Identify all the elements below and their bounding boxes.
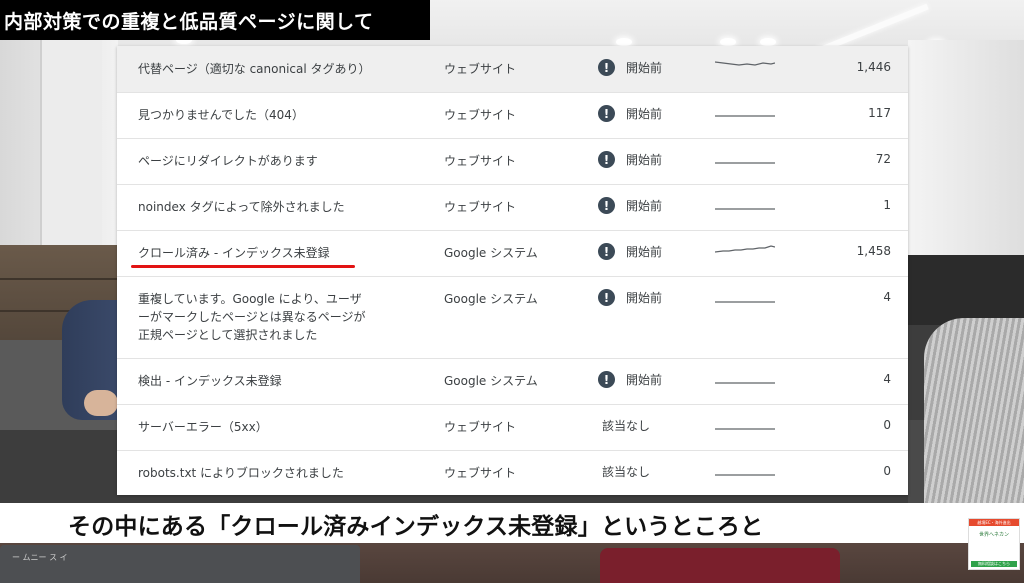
affected-pages-count: 0 <box>883 464 891 478</box>
affected-pages-count: 1,458 <box>856 244 891 258</box>
reason-label: サーバーエラー（5xx） <box>138 420 268 434</box>
table-row[interactable]: robots.txt によりブロックされました ウェブサイト 該当なし 0 <box>117 450 908 495</box>
validation-status: ! 開始前 <box>598 151 662 168</box>
exclamation-icon: ! <box>598 197 615 214</box>
ceiling-light <box>720 38 736 46</box>
source-label: Google システム <box>444 374 538 388</box>
affected-pages-count: 72 <box>875 152 891 166</box>
trend-sparkline <box>715 462 775 482</box>
status-label: 開始前 <box>626 245 663 259</box>
status-label: 該当なし <box>602 465 651 479</box>
laptop <box>0 545 360 583</box>
exclamation-icon: ! <box>598 59 615 76</box>
promo-top-text: 越境EC・海外進出 <box>969 519 1019 526</box>
table-row[interactable]: サーバーエラー（5xx） ウェブサイト 該当なし 0 <box>117 404 908 451</box>
reason-label: ページにリダイレクトがあります <box>138 154 318 168</box>
affected-pages-count: 117 <box>868 106 891 120</box>
right-wall <box>908 40 1024 255</box>
reason-label: robots.txt によりブロックされました <box>138 466 344 480</box>
source-label: ウェブサイト <box>444 200 517 214</box>
status-label: 該当なし <box>602 419 651 433</box>
video-title-label: 内部対策での重複と低品質ページに関して <box>0 0 430 40</box>
bag <box>600 548 840 583</box>
subtitle-text: その中にある「クロール済みインデックス未登録」というところと <box>68 514 764 540</box>
status-label: 開始前 <box>626 61 663 75</box>
affected-pages-count: 1 <box>883 198 891 212</box>
trend-sparkline <box>715 104 775 124</box>
source-label: ウェブサイト <box>444 62 517 76</box>
validation-status: ! 開始前 <box>598 371 662 388</box>
validation-status: ! 開始前 <box>598 289 662 306</box>
affected-pages-count: 4 <box>883 290 891 304</box>
table-row[interactable]: 代替ページ（適切な canonical タグあり） ウェブサイト ! 開始前 1… <box>117 46 908 93</box>
ceiling-light <box>760 38 776 46</box>
office-chair <box>924 318 1024 518</box>
reason-label: 重複しています。Google により、ユーザ ーがマークしたページとは異なるペー… <box>138 290 418 344</box>
video-title: 内部対策での重複と低品質ページに関して <box>4 10 374 33</box>
page-indexing-reasons-table: 代替ページ（適切な canonical タグあり） ウェブサイト ! 開始前 1… <box>117 46 908 495</box>
promo-cta-text: 無料相談はこちら <box>971 561 1017 567</box>
status-label: 開始前 <box>626 199 663 213</box>
right-window <box>908 255 1024 325</box>
exclamation-icon: ! <box>598 243 615 260</box>
table-row[interactable]: 見つかりませんでした（404） ウェブサイト ! 開始前 117 <box>117 92 908 139</box>
trend-sparkline <box>715 150 775 170</box>
reason-line: 正規ページとして選択されました <box>138 328 318 342</box>
status-label: 開始前 <box>626 291 663 305</box>
table-row[interactable]: ページにリダイレクトがあります ウェブサイト ! 開始前 72 <box>117 138 908 185</box>
source-label: Google システム <box>444 246 538 260</box>
ceiling-light <box>616 38 632 46</box>
source-label: ウェブサイト <box>444 466 517 480</box>
source-label: ウェブサイト <box>444 154 517 168</box>
laptop-label: ー ムニー ス イ <box>12 553 68 562</box>
trend-sparkline <box>715 240 775 260</box>
validation-status: 該当なし <box>598 417 650 434</box>
status-label: 開始前 <box>626 153 663 167</box>
person-hand <box>84 390 118 416</box>
reason-label: 見つかりませんでした（404） <box>138 108 304 122</box>
validation-status: ! 開始前 <box>598 243 662 260</box>
trend-sparkline <box>715 196 775 216</box>
table-row[interactable]: 重複しています。Google により、ユーザ ーがマークしたページとは異なるペー… <box>117 276 908 359</box>
affected-pages-count: 4 <box>883 372 891 386</box>
highlight-underline <box>131 265 355 268</box>
source-label: Google システム <box>444 292 538 306</box>
promo-badge[interactable]: 越境EC・海外進出 世界へネカン 無料相談はこちら <box>968 518 1020 570</box>
exclamation-icon: ! <box>598 105 615 122</box>
table-row[interactable]: 検出 - インデックス未登録 Google システム ! 開始前 4 <box>117 358 908 405</box>
table-row[interactable]: クロール済み - インデックス未登録 Google システム ! 開始前 1,4… <box>117 230 908 277</box>
trend-sparkline <box>715 370 775 390</box>
reason-label: クロール済み - インデックス未登録 <box>138 246 330 260</box>
validation-status: ! 開始前 <box>598 197 662 214</box>
trend-sparkline <box>715 58 775 78</box>
source-label: ウェブサイト <box>444 420 517 434</box>
trend-sparkline <box>715 416 775 436</box>
reason-line: 重複しています。Google により、ユーザ <box>138 292 362 306</box>
status-label: 開始前 <box>626 373 663 387</box>
affected-pages-count: 1,446 <box>856 60 891 74</box>
left-wall-panel <box>40 40 102 250</box>
reason-line: ーがマークしたページとは異なるページが <box>138 310 366 324</box>
affected-pages-count: 0 <box>883 418 891 432</box>
cabinet-divider <box>0 278 118 280</box>
exclamation-icon: ! <box>598 151 615 168</box>
video-subtitle: その中にある「クロール済みインデックス未登録」というところと <box>0 503 1024 543</box>
validation-status: ! 開始前 <box>598 105 662 122</box>
validation-status: ! 開始前 <box>598 59 662 76</box>
promo-brand-text: 世界へネカン <box>978 532 1009 538</box>
reason-label: 検出 - インデックス未登録 <box>138 374 282 388</box>
status-label: 開始前 <box>626 107 663 121</box>
reason-label: 代替ページ（適切な canonical タグあり） <box>138 62 371 76</box>
validation-status: 該当なし <box>598 463 650 480</box>
exclamation-icon: ! <box>598 289 615 306</box>
exclamation-icon: ! <box>598 371 615 388</box>
table-row[interactable]: noindex タグによって除外されました ウェブサイト ! 開始前 1 <box>117 184 908 231</box>
reason-label: noindex タグによって除外されました <box>138 200 345 214</box>
trend-sparkline <box>715 290 775 310</box>
source-label: ウェブサイト <box>444 108 517 122</box>
